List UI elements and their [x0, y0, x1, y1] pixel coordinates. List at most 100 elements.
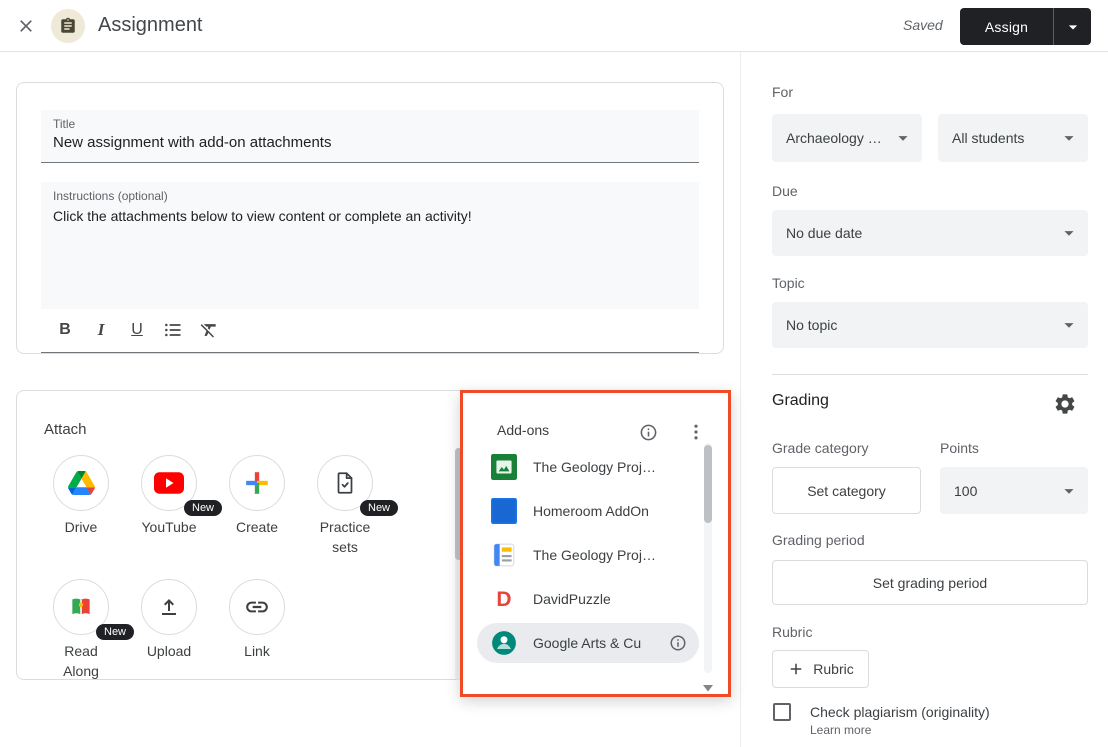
addon-item-geology-notebook[interactable]: The Geology Proj…	[477, 533, 699, 577]
geology-project-icon	[491, 454, 517, 480]
formatting-toolbar: B I U	[51, 312, 223, 348]
plagiarism-checkbox[interactable]	[773, 703, 791, 721]
upload-circle	[141, 579, 197, 635]
underline-icon: U	[131, 321, 143, 339]
rubric-button-label: Rubric	[813, 661, 853, 677]
underline-button[interactable]: U	[123, 316, 151, 344]
bold-button[interactable]: B	[51, 316, 79, 344]
clipboard-icon	[59, 17, 77, 35]
points-select[interactable]: 100	[940, 467, 1088, 514]
assign-dropdown-arrow[interactable]	[1053, 8, 1091, 45]
bulleted-list-button[interactable]	[159, 316, 187, 344]
new-badge: New	[360, 500, 398, 516]
italic-icon: I	[98, 320, 105, 340]
chevron-down-icon	[1058, 222, 1080, 244]
instructions-textarea[interactable]: Instructions (optional) Click the attach…	[41, 182, 699, 309]
add-rubric-button[interactable]: Rubric	[772, 650, 869, 688]
addon-label: The Geology Proj…	[533, 547, 656, 563]
attach-create[interactable]: Create	[213, 455, 301, 538]
addon-info-button[interactable]	[667, 632, 689, 654]
class-select[interactable]: Archaeology …	[772, 114, 922, 162]
attach-label: Read Along	[53, 642, 109, 681]
italic-button[interactable]: I	[87, 316, 115, 344]
grading-heading: Grading	[772, 392, 829, 410]
set-category-button[interactable]: Set category	[772, 467, 921, 514]
bold-icon: B	[59, 321, 71, 339]
points-value: 100	[954, 483, 977, 499]
addon-label: Google Arts & Cu	[533, 635, 641, 651]
learn-more-link[interactable]: Learn more	[810, 723, 871, 737]
close-button[interactable]	[10, 10, 42, 42]
addon-item-davidpuzzle[interactable]: D DavidPuzzle	[477, 577, 699, 621]
scrollbar-thumb	[704, 445, 712, 523]
addon-item-arts-and-culture[interactable]: Google Arts & Cu	[477, 623, 699, 663]
attach-link[interactable]: Link	[213, 579, 301, 662]
chevron-down-icon	[892, 127, 914, 149]
attach-heading: Attach	[44, 421, 87, 438]
addon-label: The Geology Proj…	[533, 459, 656, 475]
geology-notebook-icon	[491, 542, 517, 568]
attach-youtube[interactable]: New YouTube	[125, 455, 213, 538]
chevron-down-icon	[1063, 17, 1083, 37]
upload-icon	[157, 595, 181, 619]
topic-select[interactable]: No topic	[772, 302, 1088, 348]
more-vertical-icon	[686, 422, 706, 442]
addons-scrollbar[interactable]	[704, 443, 712, 673]
page-title: Assignment	[98, 14, 203, 37]
attach-label: Drive	[65, 518, 98, 538]
addon-item-geology-project[interactable]: The Geology Proj…	[477, 445, 699, 489]
read-along-icon	[68, 594, 94, 620]
set-grading-period-button[interactable]: Set grading period	[772, 560, 1088, 605]
clear-formatting-icon	[199, 320, 219, 340]
info-icon	[669, 634, 687, 652]
youtube-icon	[154, 472, 184, 494]
practice-sets-icon	[332, 470, 358, 496]
davidpuzzle-icon: D	[491, 586, 517, 612]
grading-settings-button[interactable]	[1050, 389, 1080, 419]
due-date-select[interactable]: No due date	[772, 210, 1088, 256]
youtube-circle: New	[141, 455, 197, 511]
attach-label: YouTube	[141, 518, 196, 538]
due-label: Due	[772, 183, 798, 199]
addon-item-homeroom[interactable]: Homeroom AddOn	[477, 489, 699, 533]
arts-and-culture-icon	[491, 630, 517, 656]
practice-sets-circle: New	[317, 455, 373, 511]
grade-category-label: Grade category	[772, 440, 869, 456]
assignment-type-icon	[51, 9, 85, 43]
attach-practice-sets[interactable]: New Practice sets	[301, 455, 389, 557]
addon-label: Homeroom AddOn	[533, 503, 649, 519]
class-select-value: Archaeology …	[786, 130, 882, 146]
students-select-value: All students	[952, 130, 1024, 146]
attach-read-along[interactable]: New Read Along	[37, 579, 125, 681]
gear-icon	[1053, 392, 1077, 416]
bulleted-list-icon	[163, 320, 183, 340]
attach-label: Link	[244, 642, 270, 662]
instructions-field[interactable]: Instructions (optional) Click the attach…	[41, 182, 699, 353]
plus-icon	[787, 660, 805, 678]
read-along-circle: New	[53, 579, 109, 635]
rubric-label: Rubric	[772, 624, 812, 640]
title-label: Title	[53, 117, 75, 131]
assign-split-button: Assign	[960, 8, 1091, 45]
clear-formatting-button[interactable]	[195, 316, 223, 344]
attach-label: Practice sets	[315, 518, 375, 557]
grading-period-label: Grading period	[772, 532, 865, 548]
create-plus-icon	[244, 470, 270, 496]
addons-info-button[interactable]	[634, 418, 662, 446]
title-value: New assignment with add-on attachments	[53, 134, 331, 151]
for-label: For	[772, 84, 793, 100]
link-icon	[244, 594, 270, 620]
points-label: Points	[940, 440, 979, 456]
addons-more-options-button[interactable]	[682, 418, 710, 446]
info-icon	[639, 423, 658, 442]
title-field[interactable]: Title New assignment with add-on attachm…	[41, 110, 699, 163]
assign-button[interactable]: Assign	[960, 8, 1053, 45]
chevron-down-icon	[1058, 127, 1080, 149]
addons-popup: Add-ons The Geology Proj… Homeroom AddOn…	[460, 390, 731, 697]
attach-drive[interactable]: Drive	[37, 455, 125, 538]
instructions-value: Click the attachments below to view cont…	[53, 208, 472, 224]
scroll-down-arrow-icon[interactable]	[703, 679, 713, 686]
attach-upload[interactable]: Upload	[125, 579, 213, 662]
students-select[interactable]: All students	[938, 114, 1088, 162]
homeroom-addon-icon	[491, 498, 517, 524]
